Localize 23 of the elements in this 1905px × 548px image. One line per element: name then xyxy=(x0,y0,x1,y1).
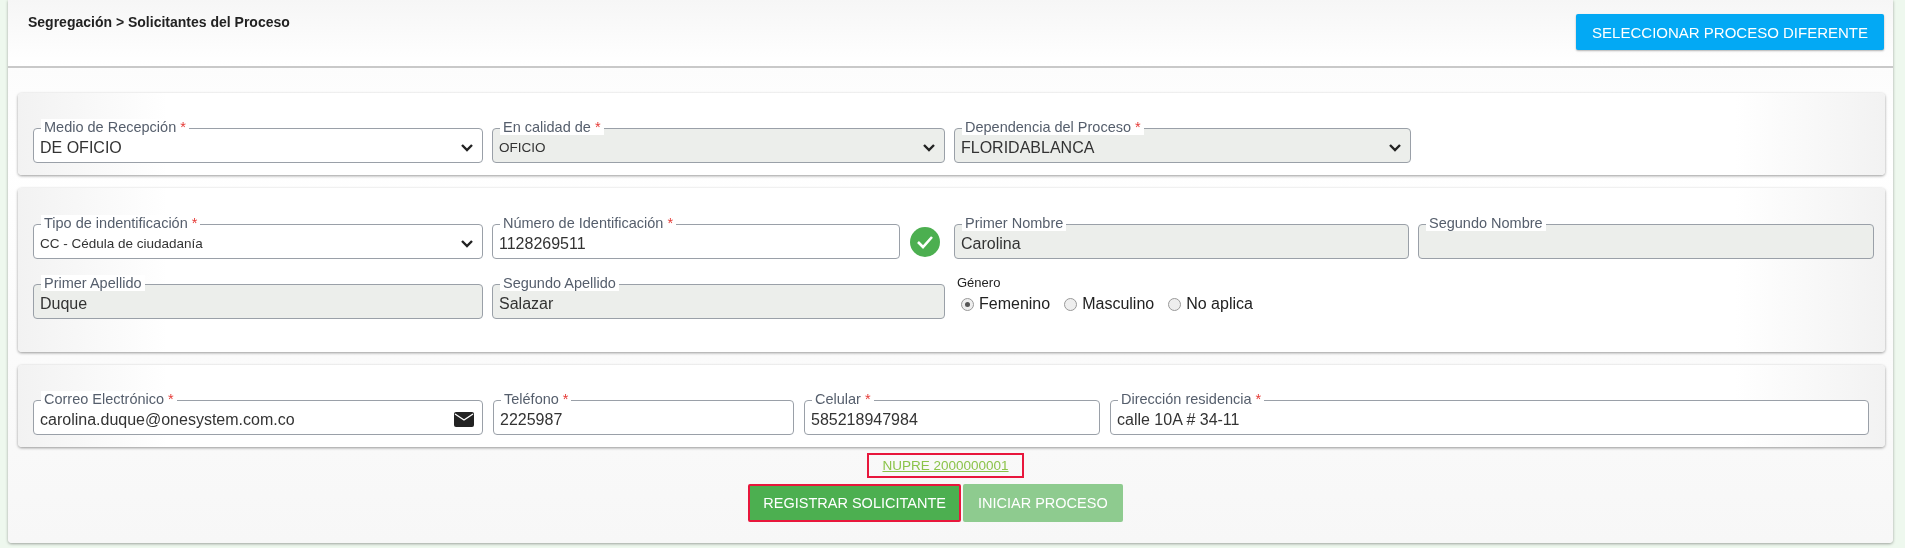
envelope-icon xyxy=(454,412,474,427)
field-label: Número de Identificación * xyxy=(500,215,677,231)
breadcrumb: Segregación > Solicitantes del Proceso xyxy=(28,14,290,30)
field-label: En calidad de * xyxy=(500,119,604,135)
field-label: Celular * xyxy=(812,391,874,407)
radio-option[interactable]: Femenino xyxy=(957,295,1051,313)
chevron-down-icon xyxy=(460,238,474,249)
chevron-down-icon xyxy=(460,142,474,153)
radio-option[interactable]: No aplica xyxy=(1164,295,1253,313)
field-label: Segundo Nombre xyxy=(1426,215,1546,231)
field-label: Medio de Recepción * xyxy=(41,119,189,135)
field-label: Segundo Apellido xyxy=(500,275,619,291)
chevron-down-icon xyxy=(1388,142,1402,153)
field-label: Primer Apellido xyxy=(41,275,145,291)
field-label: Primer Nombre xyxy=(962,215,1067,231)
field-label: Teléfono * xyxy=(501,391,572,407)
field-label: Tipo de indentificación * xyxy=(41,215,201,231)
field-label: Correo Electrónico * xyxy=(41,391,177,407)
gender-label: Género xyxy=(957,275,1002,290)
field-label: Dirección residencia * xyxy=(1118,391,1265,407)
field-label: Dependencia del Proceso * xyxy=(962,119,1144,135)
radio-option[interactable]: Masculino xyxy=(1060,295,1155,313)
chevron-down-icon xyxy=(922,142,936,153)
